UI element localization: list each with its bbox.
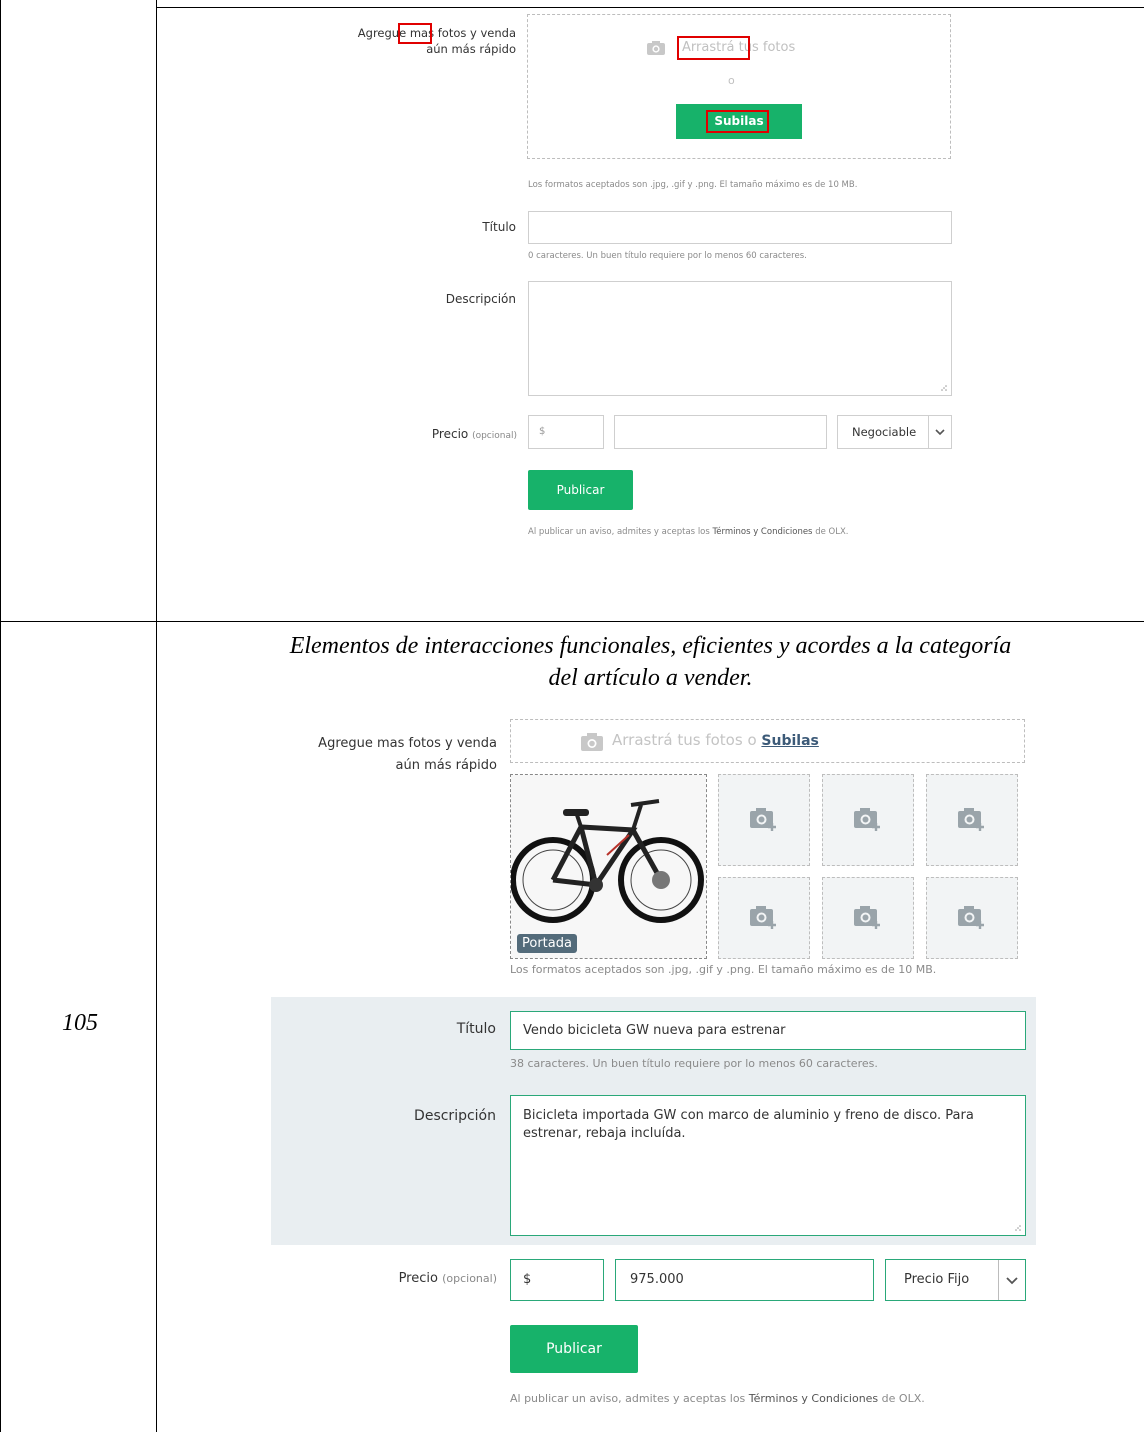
price-optional: (opcional): [472, 431, 517, 441]
price-label: Precio (opcional): [380, 427, 517, 441]
highlight-subilas: [706, 110, 769, 133]
caption: Elementos de interacciones funcionales, …: [157, 630, 1144, 694]
photo-slot[interactable]: [926, 877, 1018, 959]
price-label-text: Precio: [431, 427, 469, 441]
photos-label-2: Agregue mas fotos y venda aún más rápido: [260, 733, 497, 777]
photos-label-2-line2: aún más rápido: [395, 758, 498, 773]
price-type-select-value: Precio Fijo: [904, 1272, 970, 1287]
or-text: o: [728, 74, 735, 87]
camera-icon: [580, 732, 604, 756]
currency-field[interactable]: $: [528, 415, 604, 449]
camera-plus-icon: [958, 906, 984, 929]
publish-button-label: Publicar: [556, 483, 605, 497]
highlight-mas: [398, 23, 432, 44]
description-label-2: Descripción: [414, 1108, 496, 1124]
title-input-2-value: Vendo bicicleta GW nueva para estrenar: [523, 1023, 786, 1038]
terms-pre-2: Al publicar un aviso, admites y aceptas …: [510, 1392, 749, 1405]
terms-post: de OLX.: [812, 527, 849, 537]
highlight-arrastra: [677, 36, 750, 60]
terms-post-2: de OLX.: [878, 1392, 925, 1405]
publish-button-2-label: Publicar: [546, 1341, 602, 1357]
document-table: Agregue mas fotos y venda aún más rápido…: [0, 0, 1144, 1432]
drag-text-2-label: Arrastrá tus fotos: [612, 731, 743, 749]
price-label-2-text: Precio: [398, 1271, 438, 1286]
terms-link-2[interactable]: Términos y Condiciones: [749, 1392, 878, 1405]
currency-2-value: $: [523, 1272, 532, 1287]
table-border-top: [156, 7, 1144, 8]
negotiable-select[interactable]: Negociable: [837, 415, 952, 449]
photo-slot[interactable]: [822, 877, 914, 959]
description-textarea-2[interactable]: Bicicleta importada GW con marco de alum…: [510, 1095, 1026, 1236]
photo-slot[interactable]: [718, 774, 810, 866]
description-textarea[interactable]: [528, 281, 952, 396]
photos-label-2-line1: Agregue mas fotos y venda: [318, 736, 497, 751]
price-input-2[interactable]: 975.000: [615, 1259, 874, 1301]
row-number: 105: [62, 1010, 98, 1036]
resize-grip-icon[interactable]: [1014, 1224, 1021, 1231]
title-hint: 0 caracteres. Un buen título requiere po…: [528, 251, 807, 261]
camera-plus-icon: [854, 808, 880, 831]
price-2-value: 975.000: [630, 1272, 684, 1287]
formats-hint-2: Los formatos aceptados son .jpg, .gif y …: [510, 963, 937, 976]
title-input[interactable]: [528, 211, 952, 244]
terms-text: Al publicar un aviso, admites y aceptas …: [528, 527, 848, 537]
table-row-divider: [0, 621, 1144, 622]
terms-text-2: Al publicar un aviso, admites y aceptas …: [510, 1392, 925, 1405]
photo-slot[interactable]: [822, 774, 914, 866]
terms-pre: Al publicar un aviso, admites y aceptas …: [528, 527, 713, 537]
bicycle-image: [511, 775, 706, 958]
caption-line1: Elementos de interacciones funcionales, …: [289, 633, 1012, 659]
photos-label-part: fotos y venda: [437, 26, 516, 40]
terms-link[interactable]: Términos y Condiciones: [713, 527, 813, 537]
camera-plus-icon: [854, 906, 880, 929]
title-label: Título: [482, 220, 516, 234]
cover-photo[interactable]: Portada: [510, 774, 707, 959]
description-label: Descripción: [445, 292, 516, 306]
resize-grip-icon[interactable]: [940, 384, 947, 391]
formats-hint: Los formatos aceptados son .jpg, .gif y …: [528, 180, 858, 190]
photo-slot[interactable]: [926, 774, 1018, 866]
cover-badge: Portada: [517, 934, 577, 953]
drag-text-2: Arrastrá tus fotos o Subilas: [612, 731, 819, 749]
photo-slot[interactable]: [718, 877, 810, 959]
camera-plus-icon: [958, 808, 984, 831]
upload-link[interactable]: Subilas: [761, 733, 818, 749]
publish-button[interactable]: Publicar: [528, 470, 633, 510]
table-column-divider: [156, 0, 157, 1432]
description-2-value: Bicicleta importada GW con marco de alum…: [523, 1108, 974, 1141]
chevron-down-icon[interactable]: [928, 416, 951, 448]
or-text-2: o: [747, 731, 757, 749]
price-optional-2: (opcional): [442, 1272, 497, 1285]
negotiable-select-value: Negociable: [852, 425, 917, 439]
camera-plus-icon: [750, 906, 776, 929]
price-input[interactable]: [614, 415, 827, 449]
title-label-2: Título: [456, 1021, 496, 1037]
table-border-left: [0, 0, 1, 1432]
title-input-2[interactable]: Vendo bicicleta GW nueva para estrenar: [510, 1011, 1026, 1050]
chevron-down-icon[interactable]: [998, 1260, 1025, 1300]
price-type-select[interactable]: Precio Fijo: [885, 1259, 1026, 1301]
caption-line2: del artículo a vender.: [548, 665, 753, 691]
camera-plus-icon: [750, 808, 776, 831]
title-hint-2: 38 caracteres. Un buen título requiere p…: [510, 1057, 878, 1070]
photos-label-line2: aún más rápido: [426, 42, 516, 56]
publish-button-2[interactable]: Publicar: [510, 1325, 638, 1373]
currency-field-2[interactable]: $: [510, 1259, 604, 1301]
price-label-2: Precio (opcional): [350, 1271, 497, 1286]
camera-icon: [646, 40, 670, 58]
currency-value: $: [539, 426, 546, 437]
